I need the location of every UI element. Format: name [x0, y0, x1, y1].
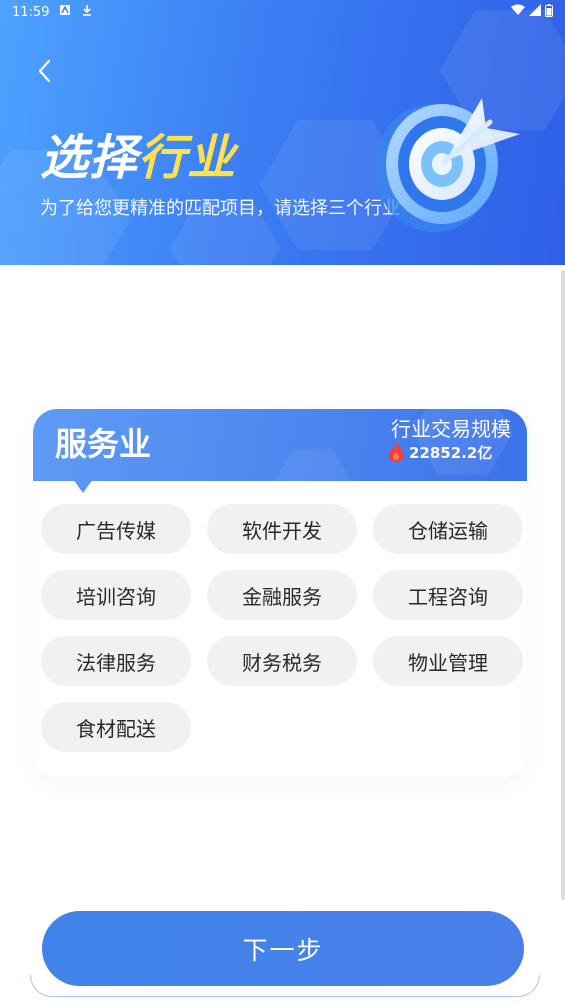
industry-tag[interactable]: 物业管理: [373, 636, 523, 686]
trade-scale-label: 行业交易规模: [391, 417, 511, 441]
select-industry-screen: 11:59 选择 行业 为了给您更精准的匹配项目，请选择三个行业 服务业 行业交…: [0, 0, 565, 1004]
status-bar: 11:59: [0, 0, 565, 24]
page-title-main: 选择: [40, 130, 139, 186]
header-banner: 11:59 选择 行业 为了给您更精准的匹配项目，请选择三个行业: [0, 0, 565, 265]
back-button[interactable]: [30, 56, 58, 86]
industry-card-header: 服务业 行业交易规模 22852.2亿: [33, 409, 527, 481]
industry-tag[interactable]: 食材配送: [41, 702, 191, 752]
industry-tag[interactable]: 培训咨询: [41, 570, 191, 620]
industry-card: 服务业 行业交易规模 22852.2亿 广告传媒 软件开发 仓储运输 培训咨询 …: [33, 409, 527, 777]
fire-icon: [389, 442, 403, 462]
industry-tag[interactable]: 工程咨询: [373, 570, 523, 620]
page-title-highlight: 行业: [138, 130, 237, 186]
industry-tag[interactable]: 法律服务: [41, 636, 191, 686]
industry-tag[interactable]: 软件开发: [207, 504, 357, 554]
trade-scale: 22852.2亿: [387, 441, 492, 463]
scrollbar[interactable]: [561, 270, 565, 900]
page-title: 选择 行业: [40, 118, 236, 188]
page-subtitle: 为了给您更精准的匹配项目，请选择三个行业: [40, 198, 400, 219]
hex-decoration: [273, 449, 353, 481]
download-icon: [81, 4, 93, 20]
status-time: 11:59: [12, 4, 50, 20]
target-icon: [374, 98, 520, 232]
notification-icon: [59, 4, 71, 20]
battery-icon: [545, 3, 553, 21]
industry-name: 服务业: [55, 425, 152, 463]
industry-tag[interactable]: 仓储运输: [373, 504, 523, 554]
wifi-icon: [511, 4, 525, 20]
next-button[interactable]: 下一步: [42, 911, 524, 986]
industry-tag[interactable]: 金融服务: [207, 570, 357, 620]
industry-tag[interactable]: 财务税务: [207, 636, 357, 686]
back-icon: [38, 59, 51, 83]
trade-scale-value: 22852.2亿: [409, 443, 493, 462]
signal-icon: [529, 4, 541, 20]
industry-tag[interactable]: 广告传媒: [41, 504, 191, 554]
pointer-caret: [73, 479, 93, 493]
